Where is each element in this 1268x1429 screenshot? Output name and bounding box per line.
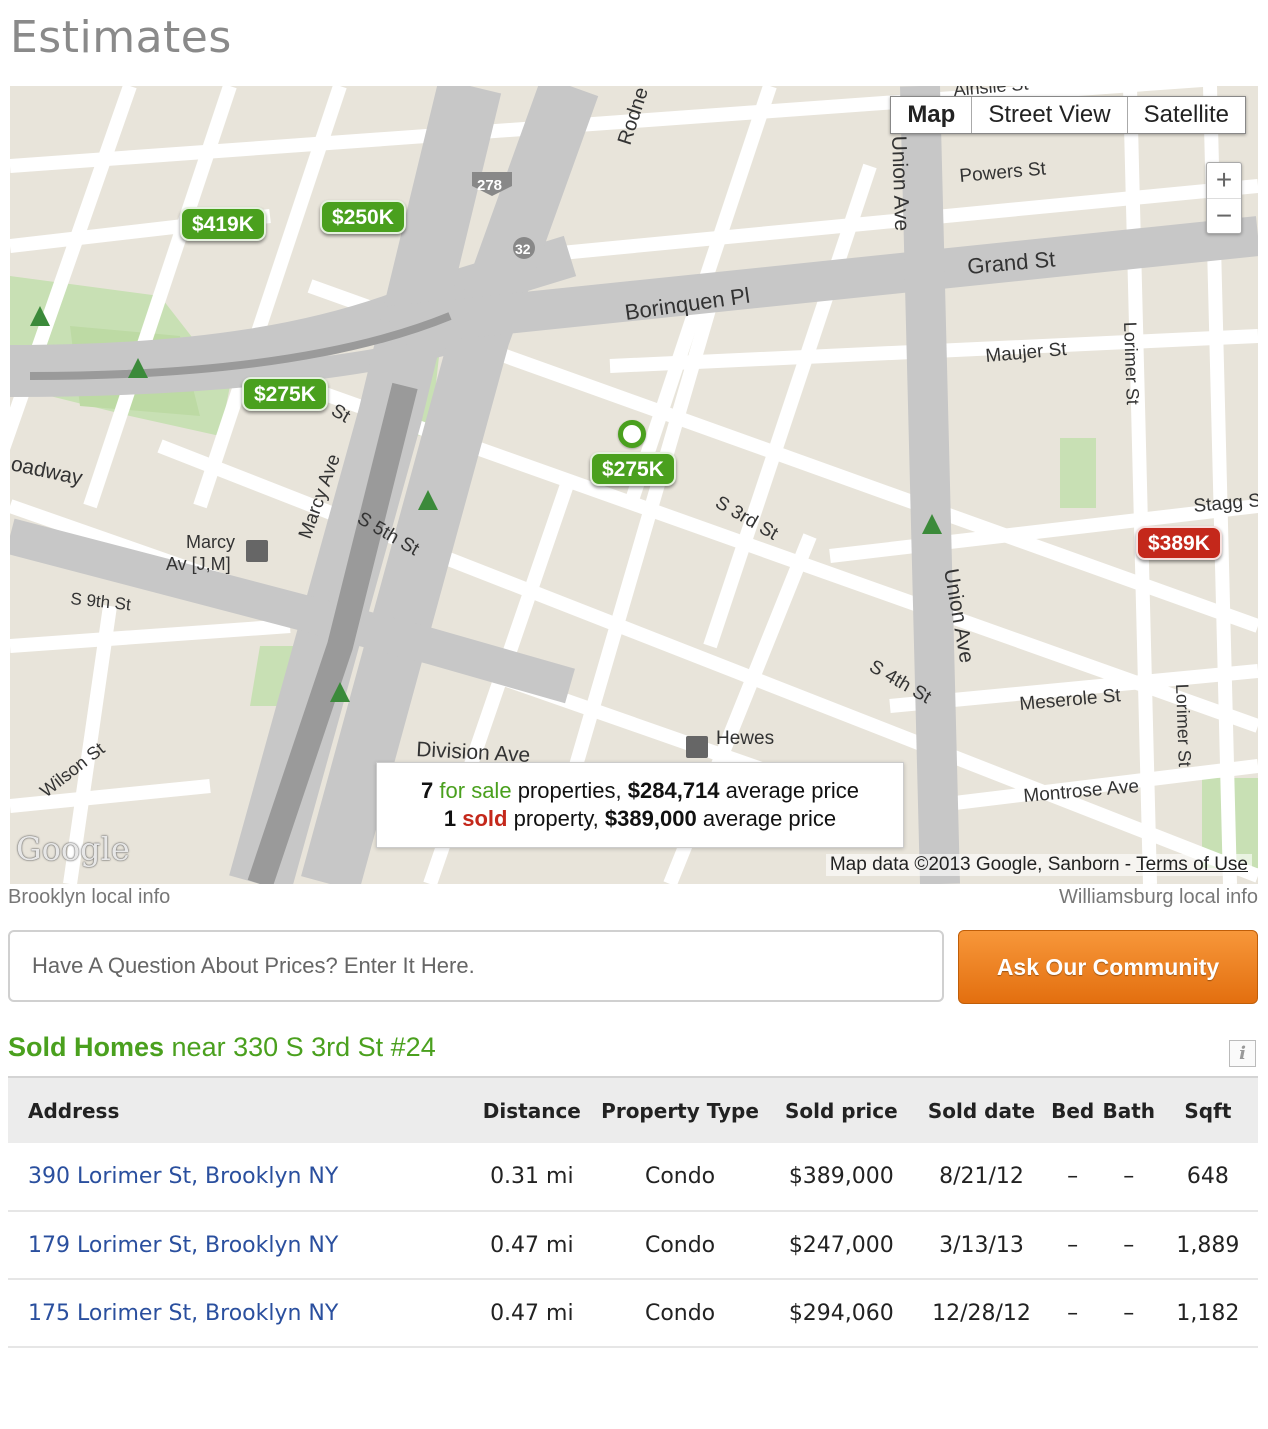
summary-text: average price	[725, 778, 859, 803]
page-title: Estimates	[10, 12, 232, 63]
for-sale-count: 7	[421, 778, 434, 803]
ask-community-button[interactable]: Ask Our Community	[958, 930, 1258, 1004]
bath-cell: –	[1123, 1300, 1135, 1326]
google-logo[interactable]: Google	[16, 830, 130, 868]
sold-date-cell: 12/28/12	[932, 1300, 1031, 1326]
price-marker[interactable]: $250K	[320, 200, 406, 234]
price-marker[interactable]: $275K	[242, 377, 328, 411]
address-link[interactable]: 390 Lorimer St, Brooklyn NY	[8, 1143, 469, 1211]
info-icon[interactable]: i	[1229, 1040, 1256, 1067]
distance-cell: 0.31 mi	[490, 1164, 574, 1189]
summary-line-sold: 1 sold property, $389,000 average price	[377, 805, 903, 833]
table-row: 175 Lorimer St, Brooklyn NY 0.47 mi Cond…	[8, 1279, 1258, 1347]
bath-cell: –	[1123, 1164, 1135, 1189]
sold-price-cell: $294,060	[788, 1300, 894, 1326]
street-label: Lorimer St	[1120, 321, 1143, 405]
sold-average-price: $389,000	[604, 806, 697, 831]
street-label: Hewes	[716, 728, 774, 749]
zoom-out-button[interactable]: −	[1207, 198, 1241, 233]
property-type-cell: Condo	[644, 1232, 716, 1258]
sqft-cell: 1,182	[1176, 1300, 1240, 1326]
property-type-cell: Condo	[644, 1164, 716, 1189]
sold-date-cell: 3/13/13	[939, 1232, 1024, 1258]
terms-of-use-link[interactable]: Terms of Use	[1136, 854, 1248, 875]
column-header-address: Address	[28, 1098, 120, 1123]
bed-cell: –	[1067, 1300, 1079, 1326]
sold-date-cell: 8/21/12	[939, 1164, 1024, 1189]
summary-text: properties,	[517, 778, 622, 803]
distance-cell: 0.47 mi	[490, 1232, 574, 1258]
highway-shield-label: 32	[515, 241, 531, 257]
map[interactable]: Powers St Grand St Borinquen Pl Maujer S…	[10, 86, 1258, 884]
map-type-satellite-button[interactable]: Satellite	[1126, 97, 1245, 133]
for-sale-average-price: $284,714	[627, 778, 720, 803]
question-input[interactable]	[8, 930, 944, 1002]
bed-cell: –	[1067, 1232, 1079, 1258]
sold-price-cell: $389,000	[788, 1164, 894, 1189]
address-link[interactable]: 175 Lorimer St, Brooklyn NY	[8, 1279, 469, 1347]
column-header-property-type: Property Type	[601, 1098, 759, 1123]
summary-text: average price	[702, 806, 837, 831]
sqft-cell: 648	[1186, 1164, 1229, 1189]
distance-cell: 0.47 mi	[490, 1300, 574, 1326]
table-row: 390 Lorimer St, Brooklyn NY 0.31 mi Cond…	[8, 1143, 1258, 1211]
price-marker-sold[interactable]: $389K	[1136, 526, 1222, 560]
map-summary-box: 7 for sale properties, $284,714 average …	[376, 762, 904, 848]
zoom-control: + −	[1206, 162, 1242, 234]
column-header-sqft: Sqft	[1184, 1098, 1232, 1123]
table-header-row: Address Distance Property Type Sold pric…	[8, 1077, 1258, 1143]
sold-homes-title-rest: near 330 S 3rd St #24	[164, 1032, 436, 1062]
sold-homes-title: Sold Homes near 330 S 3rd St #24	[8, 1032, 436, 1063]
for-sale-label: for sale	[439, 778, 512, 803]
zoom-in-button[interactable]: +	[1207, 163, 1241, 198]
attribution-text: Map data ©2013 Google, Sanborn -	[829, 854, 1137, 875]
sold-homes-title-strong: Sold Homes	[8, 1032, 165, 1062]
street-label: Union Ave	[887, 135, 913, 231]
street-label: Av [J,M]	[166, 554, 231, 574]
sold-price-cell: $247,000	[788, 1232, 894, 1258]
location-pin-icon[interactable]	[618, 420, 646, 448]
map-type-map-button[interactable]: Map	[891, 97, 971, 133]
map-type-street-view-button[interactable]: Street View	[971, 97, 1126, 133]
column-header-bath: Bath	[1102, 1098, 1156, 1123]
sold-homes-table: Address Distance Property Type Sold pric…	[8, 1076, 1258, 1348]
sold-count: 1	[443, 806, 457, 831]
brooklyn-local-info-link[interactable]: Brooklyn local info	[8, 886, 170, 909]
price-marker[interactable]: $275K	[590, 452, 676, 486]
column-header-sold-date: Sold date	[927, 1098, 1036, 1123]
property-type-cell: Condo	[644, 1300, 716, 1326]
street-label: Lorimer St	[1172, 683, 1195, 767]
column-header-distance: Distance	[482, 1098, 581, 1123]
sold-label: sold	[462, 806, 508, 831]
street-label: Marcy	[186, 532, 235, 552]
bed-cell: –	[1067, 1164, 1079, 1189]
map-attribution: Map data ©2013 Google, Sanborn - Terms o…	[825, 854, 1252, 876]
table-row: 179 Lorimer St, Brooklyn NY 0.47 mi Cond…	[8, 1211, 1258, 1279]
bath-cell: –	[1123, 1232, 1135, 1258]
column-header-sold-price: Sold price	[784, 1098, 898, 1123]
summary-line-for-sale: 7 for sale properties, $284,714 average …	[377, 777, 903, 805]
sqft-cell: 1,889	[1176, 1232, 1240, 1258]
highway-shield-label: 278	[477, 177, 502, 194]
williamsburg-local-info-link[interactable]: Williamsburg local info	[1059, 886, 1258, 909]
price-marker[interactable]: $419K	[180, 207, 266, 241]
map-type-selector: Map Street View Satellite	[890, 96, 1246, 134]
summary-text: property,	[513, 806, 599, 831]
column-header-bed: Bed	[1051, 1098, 1095, 1123]
address-link[interactable]: 179 Lorimer St, Brooklyn NY	[8, 1211, 469, 1279]
